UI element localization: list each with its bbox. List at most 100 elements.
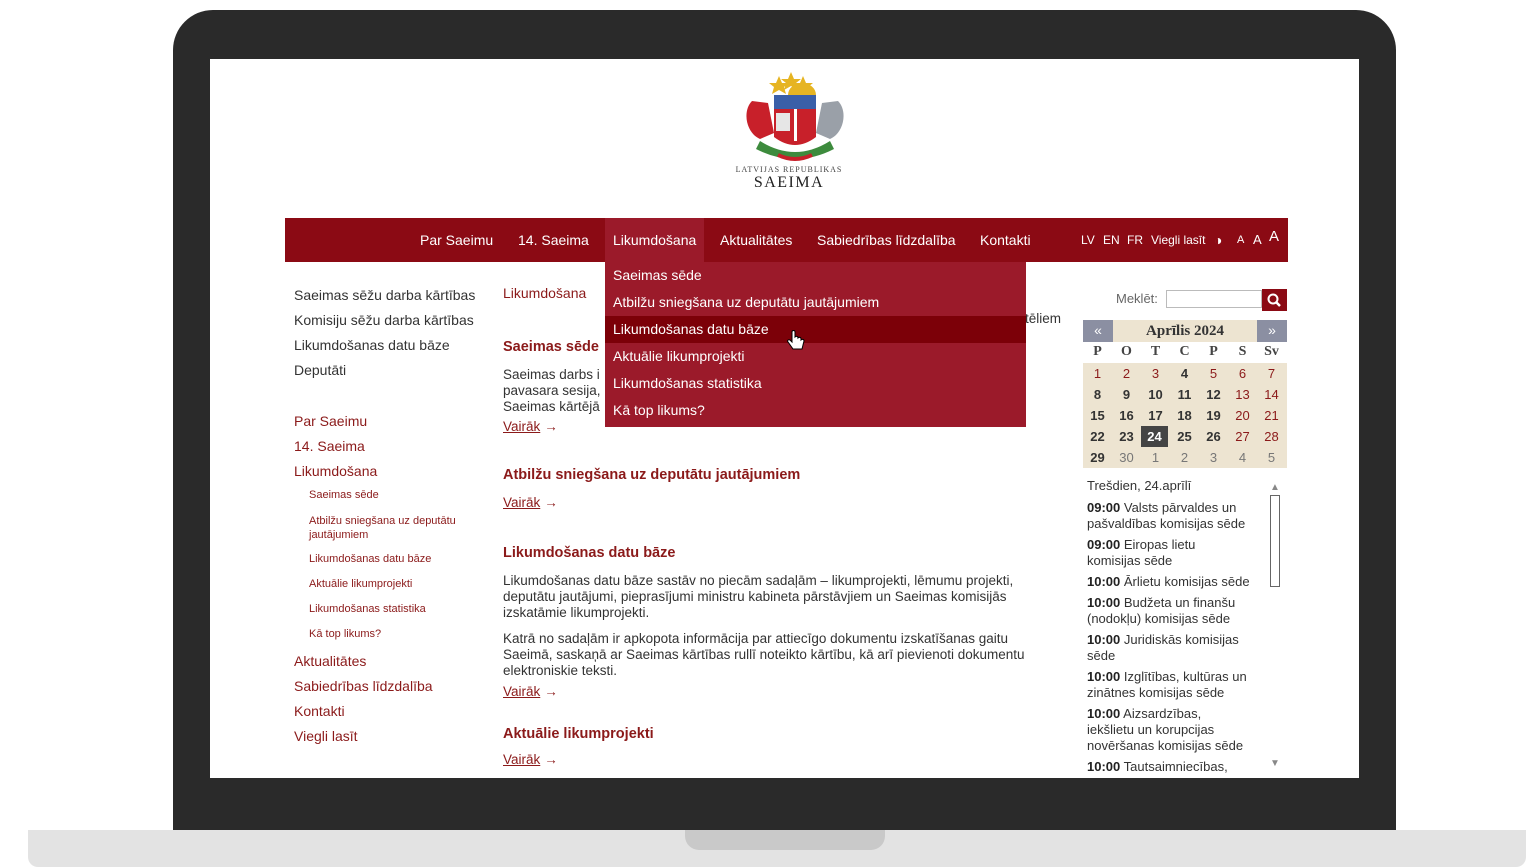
calendar-day[interactable]: 14	[1257, 384, 1286, 405]
calendar-day[interactable]: 27	[1228, 426, 1257, 447]
calendar-day[interactable]: 29	[1083, 447, 1112, 468]
sidebar-sub-atbilzu-sniegsana[interactable]: Atbilžu sniegšana uz deputātu jautājumie…	[309, 514, 479, 542]
event-item[interactable]: 10:00 Izglītības, kultūras un zinātnes ko…	[1087, 669, 1270, 701]
sidebar-item-14-saeima[interactable]: 14. Saeima	[294, 438, 365, 454]
lang-lv[interactable]: LV	[1081, 218, 1095, 262]
calendar-day[interactable]: 19	[1199, 405, 1228, 426]
nav-kontakti[interactable]: Kontakti	[980, 218, 1031, 262]
calendar-day[interactable]: 2	[1112, 363, 1141, 384]
event-item[interactable]: 10:00 Budžeta un finanšu (nodokļu) komisi…	[1087, 595, 1270, 627]
dropdown-item-saeimas-sede[interactable]: Saeimas sēde	[605, 262, 1026, 289]
nav-sabiedribas-lidzdaliba[interactable]: Sabiedrības līdzdalība	[817, 218, 956, 262]
calendar-day[interactable]: 21	[1257, 405, 1286, 426]
calendar-day[interactable]: 15	[1083, 405, 1112, 426]
calendar-day[interactable]: 13	[1228, 384, 1257, 405]
calendar-day[interactable]: 17	[1141, 405, 1170, 426]
calendar-day[interactable]: 16	[1112, 405, 1141, 426]
easy-read-link[interactable]: Viegli lasīt	[1151, 218, 1205, 262]
event-title: (nodokļu) komisijas sēde	[1087, 611, 1231, 626]
calendar-prev-button[interactable]: «	[1083, 320, 1113, 342]
scroll-down-icon[interactable]: ▼	[1270, 758, 1280, 769]
event-item[interactable]: 09:00 Valsts pārvaldes un pašvaldības kom…	[1087, 500, 1270, 532]
calendar-day[interactable]: 28	[1257, 426, 1286, 447]
calendar-day-next-month[interactable]: 2	[1170, 447, 1199, 468]
calendar-day-next-month[interactable]: 1	[1141, 447, 1170, 468]
sidebar-item-sabiedribas[interactable]: Sabiedrības līdzdalība	[294, 678, 433, 694]
quick-link-datu-baze[interactable]: Likumdošanas datu bāze	[294, 337, 450, 353]
sidebar-item-likumdosana[interactable]: Likumdošana	[294, 463, 377, 479]
font-size-small[interactable]: A	[1237, 218, 1244, 262]
calendar-day-today[interactable]: 24	[1141, 426, 1168, 447]
calendar-day[interactable]: 22	[1083, 426, 1112, 447]
more-link[interactable]: Vairāk →	[503, 495, 558, 510]
saeima-logo[interactable]: LATVIJAS REPUBLIKAS SAEIMA	[730, 71, 848, 201]
sidebar-sub-ka-top[interactable]: Kā top likums?	[309, 628, 381, 640]
calendar-day[interactable]: 4	[1170, 363, 1199, 384]
quick-link-deputati[interactable]: Deputāti	[294, 362, 346, 378]
more-link[interactable]: Vairāk →	[503, 684, 558, 699]
more-link-label: Vairāk	[503, 752, 541, 767]
calendar-day[interactable]: 25	[1170, 426, 1199, 447]
calendar-day[interactable]: 11	[1170, 384, 1199, 405]
calendar-day-next-month[interactable]: 4	[1228, 447, 1257, 468]
calendar-day[interactable]: 1	[1083, 363, 1112, 384]
contrast-icon[interactable]: ◑	[1214, 218, 1222, 262]
breadcrumb[interactable]: Likumdošana	[503, 285, 586, 301]
calendar-day[interactable]: 9	[1112, 384, 1141, 405]
sidebar-item-par-saeimu[interactable]: Par Saeimu	[294, 413, 367, 429]
calendar-dow: Sv	[1264, 344, 1279, 359]
sidebar-item-viegli-lasit[interactable]: Viegli lasīt	[294, 728, 358, 744]
calendar-day[interactable]: 23	[1112, 426, 1141, 447]
more-link[interactable]: Vairāk →	[503, 752, 558, 767]
dropdown-item-datu-baze[interactable]: Likumdošanas datu bāze	[605, 316, 1026, 343]
sidebar-sub-datu-baze[interactable]: Likumdošanas datu bāze	[309, 553, 431, 565]
calendar-day[interactable]: 10	[1141, 384, 1170, 405]
sidebar-item-aktualitates[interactable]: Aktualitātes	[294, 653, 366, 669]
dropdown-item-aktualie[interactable]: Aktuālie likumprojekti	[605, 343, 1026, 370]
event-item[interactable]: 10:00 Aizsardzības, iekšlietu un korupcij…	[1087, 706, 1270, 754]
calendar-day[interactable]: 8	[1083, 384, 1112, 405]
sidebar-sub-aktualie[interactable]: Aktuālie likumprojekti	[309, 578, 412, 590]
more-link-label: Vairāk	[503, 495, 541, 510]
calendar-day[interactable]: 30	[1112, 447, 1141, 468]
section-text-line: Likumdošanas datu bāze sastāv no piecām …	[503, 573, 1014, 588]
nav-14-saeima[interactable]: 14. Saeima	[518, 218, 589, 262]
calendar-day[interactable]: 5	[1199, 363, 1228, 384]
event-item[interactable]: 10:00 Juridiskās komisijas sēde	[1087, 632, 1270, 664]
nav-aktualitates[interactable]: Aktualitātes	[720, 218, 792, 262]
calendar-day-next-month[interactable]: 5	[1257, 447, 1286, 468]
font-size-large[interactable]: A	[1269, 215, 1279, 259]
event-item[interactable]: 10:00 Ārlietu komisijas sēde	[1087, 574, 1270, 590]
font-size-medium[interactable]: A	[1253, 218, 1262, 262]
more-link[interactable]: Vairāk →	[503, 419, 558, 434]
calendar-day[interactable]: 18	[1170, 405, 1199, 426]
calendar-day[interactable]: 20	[1228, 405, 1257, 426]
search-button[interactable]	[1262, 289, 1287, 311]
sidebar-item-kontakti[interactable]: Kontakti	[294, 703, 345, 719]
dropdown-item-ka-top[interactable]: Kā top likums?	[605, 397, 1026, 424]
dropdown-item-atbilzu[interactable]: Atbilžu sniegšana uz deputātu jautājumie…	[605, 289, 1026, 316]
event-item[interactable]: 09:00 Eiropas lietu komisijas sēde	[1087, 537, 1270, 569]
calendar-day[interactable]: 26	[1199, 426, 1228, 447]
calendar-day[interactable]: 12	[1199, 384, 1228, 405]
calendar-next-button[interactable]: »	[1257, 320, 1287, 342]
calendar-day[interactable]: 6	[1228, 363, 1257, 384]
section-title-atbilzu: Atbilžu sniegšana uz deputātu jautājumie…	[503, 467, 801, 483]
sidebar-sub-saeimas-sede[interactable]: Saeimas sēde	[309, 489, 379, 501]
event-title: Budžeta un finanšu	[1123, 595, 1236, 610]
quick-link-saeimas-sezu[interactable]: Saeimas sēžu darba kārtības	[294, 287, 475, 303]
search-input[interactable]	[1166, 290, 1262, 308]
event-item[interactable]: 10:00 Tautsaimniecības,	[1087, 759, 1270, 775]
sidebar-sub-statistika[interactable]: Likumdošanas statistika	[309, 603, 426, 615]
dropdown-item-statistika[interactable]: Likumdošanas statistika	[605, 370, 1026, 397]
calendar-day[interactable]: 3	[1141, 363, 1170, 384]
lang-en[interactable]: EN	[1103, 218, 1120, 262]
scroll-up-icon[interactable]: ▲	[1270, 482, 1280, 493]
nav-likumdosana[interactable]: Likumdošana	[605, 218, 705, 262]
quick-link-komisiju-sezu[interactable]: Komisiju sēžu darba kārtības	[294, 312, 474, 328]
events-scrollbar[interactable]	[1270, 495, 1280, 587]
lang-fr[interactable]: FR	[1127, 218, 1143, 262]
calendar-day[interactable]: 7	[1257, 363, 1286, 384]
calendar-day-next-month[interactable]: 3	[1199, 447, 1228, 468]
nav-par-saeimu[interactable]: Par Saeimu	[420, 218, 493, 262]
